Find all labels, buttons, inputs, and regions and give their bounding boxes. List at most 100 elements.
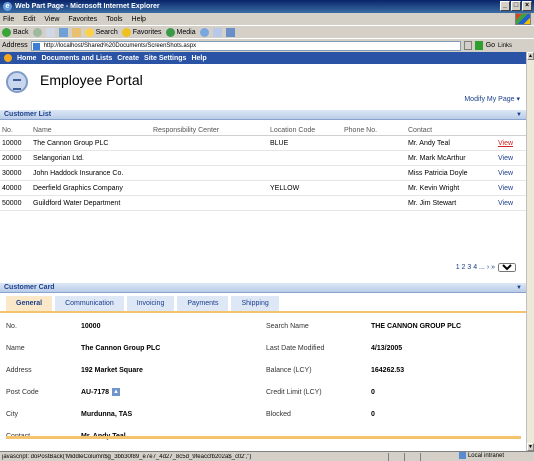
view-link[interactable]: View bbox=[498, 140, 526, 147]
menu-tools[interactable]: Tools bbox=[106, 16, 122, 23]
nav-help[interactable]: Help bbox=[191, 55, 206, 62]
table-row[interactable]: 30000 John Haddock Insurance Co. Miss Pa… bbox=[0, 166, 526, 181]
field-row: No. 10000 Search Name THE CANNON GROUP P… bbox=[6, 315, 516, 337]
page-viewport: Home Documents and Lists Create Site Set… bbox=[0, 52, 526, 451]
forward-arrow-icon[interactable] bbox=[32, 27, 42, 37]
view-link[interactable]: View bbox=[498, 200, 526, 207]
customer-card-tabs: General Communication Invoicing Payments… bbox=[0, 296, 526, 313]
address-url: http://localhost/Shared%20Documents/Scre… bbox=[43, 42, 197, 49]
field-value: 192 Market Square bbox=[81, 366, 143, 374]
table-row[interactable]: 50000 Guildford Water Department Mr. Jim… bbox=[0, 196, 526, 211]
cell-location-code: BLUE bbox=[270, 139, 289, 147]
post-code-value: AU-7178 bbox=[81, 388, 110, 396]
tab-payments[interactable]: Payments bbox=[177, 296, 229, 311]
table-row[interactable]: 40000 Deerfield Graphics Company YELLOW … bbox=[0, 181, 526, 196]
field-value: 0 bbox=[371, 410, 375, 418]
media-button[interactable]: Media bbox=[165, 27, 196, 37]
go-button[interactable]: Go bbox=[486, 42, 495, 49]
field-row: Address 192 Market Square Balance (LCY) … bbox=[6, 359, 516, 381]
tab-shipping[interactable]: Shipping bbox=[231, 296, 279, 311]
address-dropdown-icon[interactable] bbox=[463, 41, 472, 50]
maximize-button[interactable]: □ bbox=[511, 1, 521, 11]
cell-name: Deerfield Graphics Company bbox=[33, 184, 123, 192]
favorites-button[interactable]: Favorites bbox=[121, 27, 162, 37]
field-row: Post Code AU-7178 ▲ Credit Limit (LCY) 0 bbox=[6, 381, 516, 403]
nav-site-settings[interactable]: Site Settings bbox=[144, 55, 186, 62]
nav-create[interactable]: Create bbox=[117, 55, 139, 62]
page-links[interactable]: 1 2 3 4 ... › » bbox=[456, 264, 495, 271]
menu-favorites[interactable]: Favorites bbox=[68, 16, 97, 23]
menu-view[interactable]: View bbox=[44, 16, 59, 23]
menu-edit[interactable]: Edit bbox=[23, 16, 35, 23]
print-icon[interactable] bbox=[225, 27, 235, 37]
scroll-up-icon[interactable]: ▲ bbox=[527, 52, 534, 60]
zone-label: Local intranet bbox=[467, 452, 504, 459]
view-link[interactable]: View bbox=[498, 155, 526, 162]
customer-card-title: Customer Card bbox=[4, 284, 55, 291]
status-divider bbox=[404, 453, 405, 461]
customer-list-table: No. Name Responsibility Center Location … bbox=[0, 126, 526, 211]
field-value: THE CANNON GROUP PLC bbox=[371, 322, 462, 330]
view-link[interactable]: View bbox=[498, 185, 526, 192]
customer-card-fields: No. 10000 Search Name THE CANNON GROUP P… bbox=[6, 315, 516, 447]
column-header-location-code[interactable]: Location Code bbox=[270, 127, 344, 134]
status-divider bbox=[420, 453, 421, 461]
modify-my-page-link[interactable]: Modify My Page ▾ bbox=[464, 95, 520, 103]
address-input[interactable]: http://localhost/Shared%20Documents/Scre… bbox=[30, 40, 461, 51]
pager: 1 2 3 4 ... › » 1 bbox=[456, 263, 516, 272]
cell-name: Selangorian Ltd. bbox=[33, 154, 84, 162]
nav-documents-and-lists[interactable]: Documents and Lists bbox=[41, 55, 112, 62]
table-row[interactable]: 20000 Selangorian Ltd. Mr. Mark McArthur… bbox=[0, 151, 526, 166]
portal-logo-icon bbox=[6, 71, 28, 93]
field-label: Address bbox=[6, 366, 32, 374]
sharepoint-nav-bar: Home Documents and Lists Create Site Set… bbox=[0, 52, 526, 64]
vertical-scrollbar[interactable]: ▲ ▼ bbox=[526, 52, 534, 451]
customer-list-title-bar: Customer List ▼ bbox=[0, 110, 526, 120]
tab-general[interactable]: General bbox=[6, 296, 53, 311]
nav-home[interactable]: Home bbox=[17, 55, 36, 62]
minimize-button[interactable]: _ bbox=[500, 1, 510, 11]
history-icon[interactable] bbox=[199, 27, 209, 37]
cell-name: Guildford Water Department bbox=[33, 199, 121, 207]
field-value: 164262.53 bbox=[371, 366, 405, 374]
star-icon bbox=[121, 27, 131, 37]
column-header-name[interactable]: Name bbox=[33, 127, 153, 134]
cell-contact: Mr. Mark McArthur bbox=[408, 154, 466, 162]
stop-icon[interactable] bbox=[45, 27, 55, 37]
menu-help[interactable]: Help bbox=[132, 16, 146, 23]
webpart-menu-arrow-icon[interactable]: ▼ bbox=[516, 110, 522, 120]
sharepoint-home-icon bbox=[4, 54, 12, 62]
column-header-contact[interactable]: Contact bbox=[408, 127, 498, 134]
column-header-no[interactable]: No. bbox=[0, 127, 33, 134]
tab-communication[interactable]: Communication bbox=[55, 296, 124, 311]
table-row[interactable]: 10000 The Cannon Group PLC BLUE Mr. Andy… bbox=[0, 136, 526, 151]
field-label: No. bbox=[6, 322, 17, 330]
view-link[interactable]: View bbox=[498, 170, 526, 177]
windows-logo-icon bbox=[515, 13, 531, 25]
customer-card-title-bar: Customer Card ▼ bbox=[0, 283, 526, 293]
tab-invoicing[interactable]: Invoicing bbox=[126, 296, 175, 311]
home-icon[interactable] bbox=[71, 27, 81, 37]
search-button[interactable]: Search bbox=[84, 27, 118, 37]
refresh-icon[interactable] bbox=[58, 27, 68, 37]
column-header-responsibility-center[interactable]: Responsibility Center bbox=[153, 127, 270, 134]
field-label: Name bbox=[6, 344, 25, 352]
links-button[interactable]: Links bbox=[498, 43, 512, 49]
lookup-arrow-icon[interactable]: ▲ bbox=[112, 388, 121, 396]
field-value: AU-7178 ▲ bbox=[81, 388, 266, 396]
page-title: Employee Portal bbox=[40, 72, 143, 88]
back-button[interactable]: Back bbox=[2, 27, 29, 37]
webpart-menu-arrow-icon[interactable]: ▼ bbox=[516, 283, 522, 293]
page-icon bbox=[32, 42, 40, 50]
go-arrow-icon[interactable] bbox=[474, 41, 483, 50]
mail-icon[interactable] bbox=[212, 27, 222, 37]
close-button[interactable]: × bbox=[522, 1, 532, 11]
customer-list-title: Customer List bbox=[4, 111, 52, 118]
cell-contact: Mr. Kevin Wright bbox=[408, 184, 460, 192]
column-header-phone-no[interactable]: Phone No. bbox=[344, 127, 408, 134]
menu-file[interactable]: File bbox=[3, 16, 14, 23]
page-select[interactable]: 1 bbox=[498, 263, 516, 272]
scroll-down-icon[interactable]: ▼ bbox=[527, 443, 534, 451]
field-label: Blocked bbox=[266, 410, 291, 418]
security-zone: Local intranet bbox=[458, 452, 504, 459]
